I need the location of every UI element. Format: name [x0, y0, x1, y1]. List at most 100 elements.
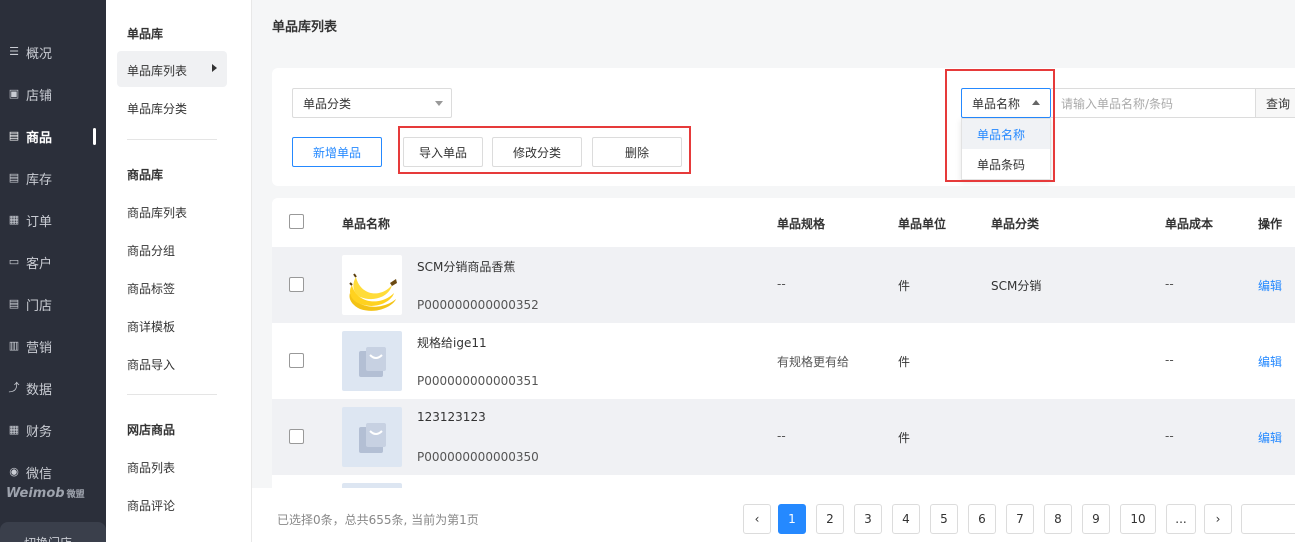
- nav-item-customer[interactable]: ▭ 客户: [0, 247, 106, 277]
- submenu-item-detail-template[interactable]: 商详模板: [127, 318, 175, 335]
- shopping-bag-icon: [359, 423, 386, 453]
- product-cost: --: [1165, 429, 1174, 443]
- submenu-item-product-import[interactable]: 商品导入: [127, 356, 175, 373]
- page-button[interactable]: 6: [968, 504, 996, 534]
- page-button[interactable]: 9: [1082, 504, 1110, 534]
- nav-item-inventory[interactable]: ▤ 库存: [0, 163, 106, 193]
- nav-item-finance[interactable]: ▦ 财务: [0, 415, 106, 445]
- category-select-value: 单品分类: [303, 96, 352, 111]
- search-button[interactable]: 查询: [1255, 88, 1295, 118]
- category-select[interactable]: 单品分类: [292, 88, 452, 118]
- store-icon: ▣: [8, 87, 20, 100]
- product-unit: 件: [898, 279, 911, 293]
- submenu-item-online-products[interactable]: 商品列表: [127, 459, 175, 476]
- nav-item-shop[interactable]: ▤ 门店: [0, 289, 106, 319]
- wechat-icon: ◉: [9, 465, 19, 478]
- product-unit: 件: [898, 355, 911, 369]
- inventory-icon: ▤: [8, 171, 20, 184]
- add-sku-button[interactable]: 新增单品: [292, 137, 382, 167]
- submenu-group-title: 单品库: [127, 27, 164, 41]
- submenu-item-product-group[interactable]: 商品分组: [127, 242, 175, 259]
- page-ellipsis: ...: [1166, 504, 1196, 534]
- table-row: 规格给ige11 P000000000000351 有规格更有给 件 -- 编辑: [272, 323, 1295, 399]
- prev-page-button[interactable]: ‹: [743, 504, 771, 534]
- nav-label: 店铺: [26, 88, 53, 104]
- nav-item-marketing[interactable]: ▥ 营销: [0, 331, 106, 361]
- row-checkbox[interactable]: [289, 277, 304, 292]
- caret-right-icon: [212, 64, 217, 72]
- page-button[interactable]: 10: [1120, 504, 1156, 534]
- search-placeholder: 请输入单品名称/条码: [1061, 96, 1174, 111]
- submenu-item-product-tag[interactable]: 商品标签: [127, 280, 175, 297]
- product-name: 123123123: [417, 410, 486, 424]
- edit-link[interactable]: 编辑: [1258, 353, 1282, 370]
- selection-summary: 已选择0条，总共655条, 当前为第1页: [277, 513, 479, 527]
- list-icon: ☰: [9, 45, 19, 58]
- nav-label: 财务: [26, 424, 53, 440]
- submenu-group-title: 网店商品: [127, 423, 176, 437]
- filter-panel: [272, 68, 1295, 186]
- nav-item-wechat[interactable]: ◉ 微信: [0, 457, 106, 487]
- submenu-item-sku-list[interactable]: 单品库列表: [117, 51, 227, 87]
- nav-label: 客户: [26, 256, 53, 272]
- import-sku-button[interactable]: 导入单品: [403, 137, 483, 167]
- nav-item-overview[interactable]: ☰ 概况: [0, 37, 106, 67]
- column-header: 单品规格: [777, 217, 826, 231]
- product-code: P000000000000350: [417, 450, 539, 464]
- column-header: 单品成本: [1165, 217, 1214, 231]
- select-all-checkbox[interactable]: [289, 214, 304, 229]
- product-spec: --: [777, 277, 786, 291]
- column-header: 操作: [1258, 217, 1283, 231]
- shop-icon: ▤: [8, 297, 20, 310]
- sub-menu: 单品库 单品库列表 单品库分类 商品库 商品库列表 商品分组 商品标签 商详模板…: [106, 0, 252, 542]
- table-row: [272, 475, 1295, 488]
- submenu-item-label: 单品库列表: [127, 64, 188, 78]
- row-checkbox[interactable]: [289, 353, 304, 368]
- edit-link[interactable]: 编辑: [1258, 429, 1282, 446]
- product-category: SCM分销: [991, 279, 1042, 293]
- product-name: 规格给ige11: [417, 336, 487, 350]
- page-jump-input[interactable]: [1241, 504, 1295, 534]
- submenu-group-title: 商品库: [127, 168, 164, 182]
- submenu-item-product-reviews[interactable]: 商品评论: [127, 497, 175, 514]
- row-checkbox[interactable]: [289, 429, 304, 444]
- finance-icon: ▦: [8, 423, 20, 436]
- customer-icon: ▭: [8, 255, 20, 268]
- page-button[interactable]: 4: [892, 504, 920, 534]
- submenu-item-product-list[interactable]: 商品库列表: [127, 204, 187, 221]
- product-code: P000000000000351: [417, 374, 539, 388]
- page-button[interactable]: 1: [778, 504, 806, 534]
- divider: [127, 139, 217, 140]
- table-header: 单品名称 单品规格 单品单位 单品分类 单品成本 操作: [272, 198, 1295, 247]
- page-button[interactable]: 2: [816, 504, 844, 534]
- page-button[interactable]: 3: [854, 504, 882, 534]
- delete-button[interactable]: 删除: [592, 137, 682, 167]
- search-type-select[interactable]: 单品名称: [961, 88, 1051, 118]
- nav-item-order[interactable]: ▦ 订单: [0, 205, 106, 235]
- nav-item-product[interactable]: ▤ 商品: [0, 121, 106, 151]
- page-title: 单品库列表: [272, 20, 338, 35]
- shopping-bag-icon: [359, 347, 386, 377]
- nav-label: 库存: [26, 172, 53, 188]
- table-row: 123123123 P000000000000350 -- 件 -- 编辑: [272, 399, 1295, 475]
- search-input[interactable]: 请输入单品名称/条码: [1051, 88, 1256, 118]
- product-cost: --: [1165, 353, 1174, 367]
- edit-link[interactable]: 编辑: [1258, 277, 1282, 294]
- dropdown-option-barcode[interactable]: 单品条码: [962, 149, 1050, 179]
- next-page-button[interactable]: ›: [1204, 504, 1232, 534]
- data-icon: ⤴: [8, 381, 20, 394]
- page-button[interactable]: 7: [1006, 504, 1034, 534]
- submenu-item-sku-category[interactable]: 单品库分类: [127, 100, 187, 117]
- search-type-value: 单品名称: [972, 96, 1021, 111]
- product-image: [342, 255, 402, 315]
- nav-item-data[interactable]: ⤴ 数据: [0, 373, 106, 403]
- product-unit: 件: [898, 431, 911, 445]
- search-type-dropdown: 单品名称 单品条码: [961, 118, 1051, 180]
- nav-item-store[interactable]: ▣ 店铺: [0, 79, 106, 109]
- product-image: [342, 331, 402, 391]
- edit-category-button[interactable]: 修改分类: [492, 137, 582, 167]
- dropdown-option-name[interactable]: 单品名称: [962, 119, 1050, 149]
- page-button[interactable]: 5: [930, 504, 958, 534]
- page-button[interactable]: 8: [1044, 504, 1072, 534]
- switch-store-button[interactable]: 切换门店: [0, 522, 106, 542]
